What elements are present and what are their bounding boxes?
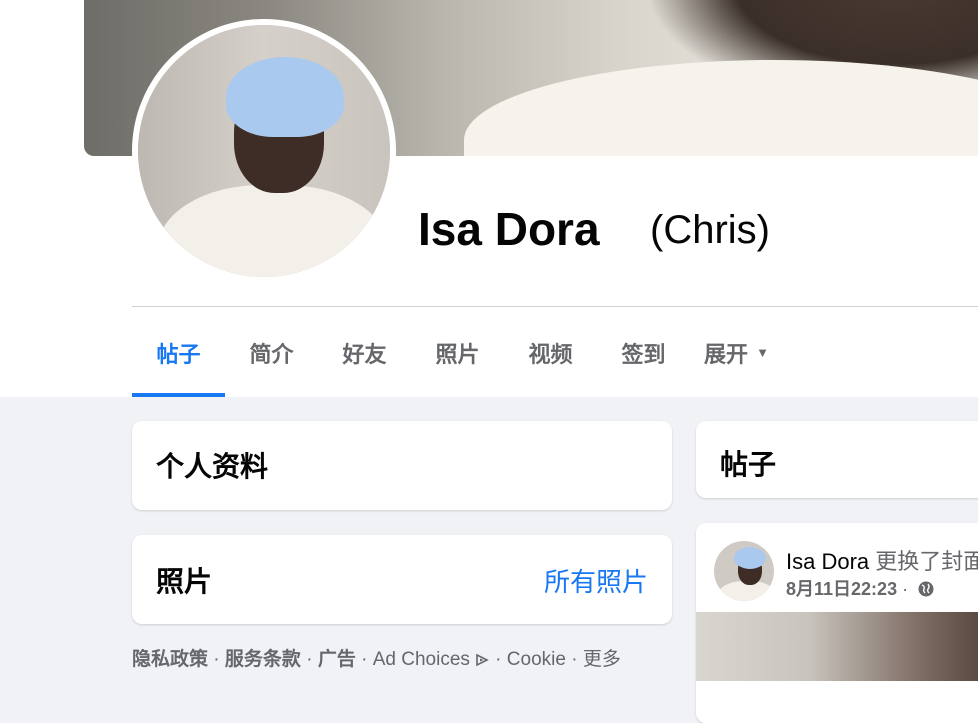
post-avatar-cap: [734, 547, 766, 569]
footer-link-more[interactable]: 更多: [583, 649, 621, 670]
post-cover-image[interactable]: [696, 612, 978, 681]
posts-header-card: 帖子: [696, 421, 978, 498]
see-all-photos-link[interactable]: 所有照片: [544, 562, 648, 599]
profile-name: Isa Dora: [418, 203, 600, 255]
intro-card: 个人资料: [132, 421, 672, 510]
avatar-cap: [226, 57, 344, 137]
tab-label: 照片: [435, 341, 480, 367]
footer-link-terms[interactable]: 服务条款: [225, 649, 301, 670]
profile-tabs: 帖子 简介 好友 照片 视频 签到 展开 ▼: [132, 308, 783, 397]
post-meta-separator: ·: [902, 579, 909, 599]
profile-header: Isa Dora (Chris) 帖子 简介 好友 照片 视频 签到 展开 ▼: [0, 0, 978, 397]
profile-avatar[interactable]: [138, 25, 390, 277]
post-author-name[interactable]: Isa Dora: [786, 549, 869, 574]
footer-link-privacy[interactable]: 隐私政策: [132, 649, 208, 670]
post-action-text: 更换了封面: [875, 549, 978, 574]
tab-videos[interactable]: 视频: [504, 308, 597, 397]
footer-separator: ·: [300, 649, 318, 670]
footer-separator: ·: [565, 649, 583, 670]
tab-label: 帖子: [156, 341, 201, 367]
photos-card: 照片 所有照片: [132, 535, 672, 624]
tab-more[interactable]: 展开 ▼: [690, 308, 783, 397]
footer-separator: ·: [489, 649, 507, 670]
post-timestamp[interactable]: 8月11日22:23: [786, 579, 897, 599]
globe-icon[interactable]: [917, 580, 935, 598]
footer-link-cookie[interactable]: Cookie: [507, 649, 566, 670]
tab-label: 签到: [621, 341, 666, 367]
tab-label: 好友: [342, 341, 387, 367]
photos-card-title: 照片: [156, 566, 213, 597]
tab-about[interactable]: 简介: [225, 308, 318, 397]
header-divider: [132, 306, 978, 307]
tab-label: 简介: [249, 341, 294, 367]
profile-alternate-name: (Chris): [650, 208, 770, 252]
post-author-avatar[interactable]: [714, 541, 774, 601]
cover-photo-shirt: [464, 60, 978, 156]
tab-photos[interactable]: 照片: [411, 308, 504, 397]
tab-posts[interactable]: 帖子: [132, 308, 225, 397]
intro-card-title: 个人资料: [156, 451, 269, 482]
footer-link-ads[interactable]: 广告: [318, 649, 356, 670]
tab-friends[interactable]: 好友: [318, 308, 411, 397]
footer-link-ad-choices[interactable]: Ad Choices: [373, 649, 470, 670]
tab-label: 展开: [704, 341, 749, 367]
post-header-line: Isa Dora 更换了封面: [786, 544, 978, 576]
footer-separator: ·: [208, 649, 225, 670]
caret-down-icon: ▼: [756, 345, 769, 360]
footer-separator: ·: [355, 649, 373, 670]
post-meta: 8月11日22:23 ·: [786, 575, 935, 601]
footer-links: 隐私政策 · 服务条款 · 广告 · Ad Choices · Cookie ·…: [132, 644, 621, 671]
ad-choices-icon[interactable]: [474, 652, 490, 668]
tab-check-ins[interactable]: 签到: [597, 308, 690, 397]
posts-card-title: 帖子: [720, 449, 777, 480]
tab-label: 视频: [528, 341, 573, 367]
